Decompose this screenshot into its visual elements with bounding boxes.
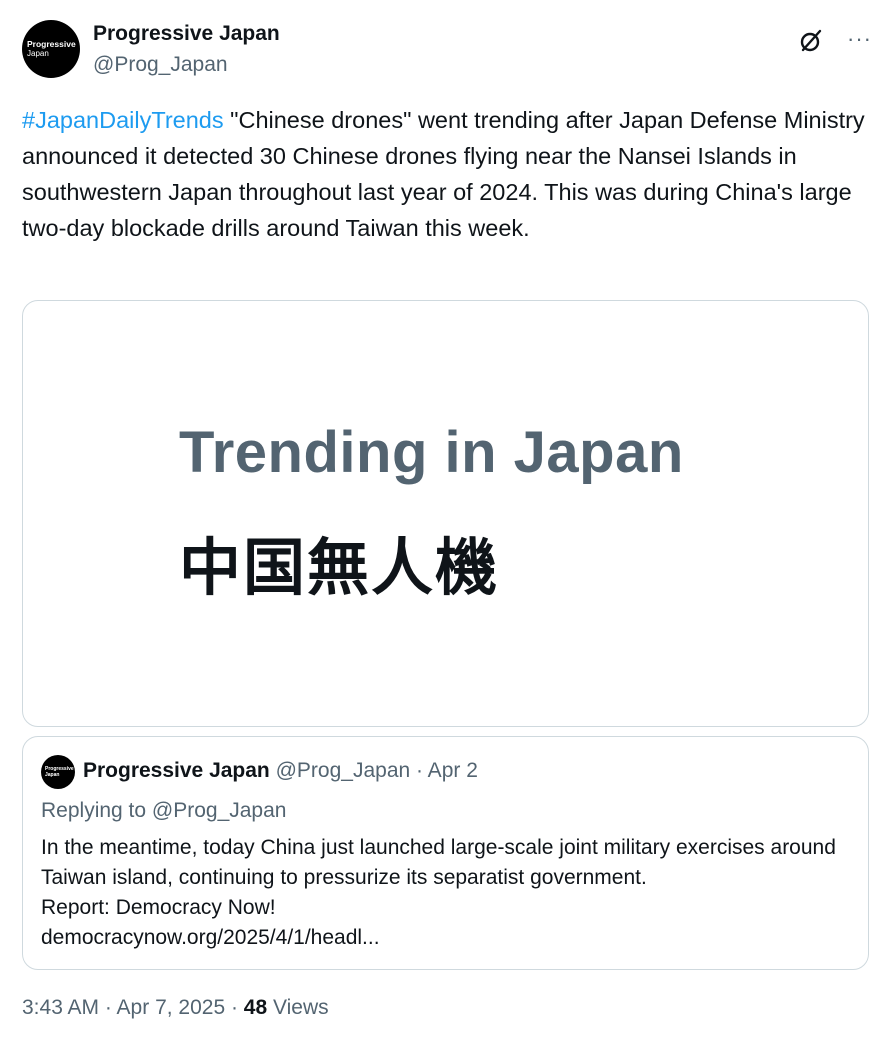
author-display-name[interactable]: Progressive Japan xyxy=(93,22,280,46)
author-handle[interactable]: @Prog_Japan xyxy=(93,53,228,77)
quote-display-name: Progressive Japan xyxy=(83,759,270,782)
quote-avatar: Progressive Japan xyxy=(41,755,75,789)
quoted-tweet[interactable]: Progressive Japan Progressive Japan @Pro… xyxy=(22,736,869,970)
quote-avatar-text-line2: Japan xyxy=(45,772,60,778)
grok-icon[interactable] xyxy=(798,28,824,54)
avatar-text-line2: Japan xyxy=(27,49,49,58)
tweet-text: #JapanDailyTrends "Chinese drones" went … xyxy=(22,102,872,246)
views-count: 48 xyxy=(243,996,268,1019)
media-image[interactable]: Trending in Japan 中国無人機 xyxy=(22,300,869,727)
views-label: Views xyxy=(267,996,329,1019)
timestamp[interactable]: 3:43 AM · Apr 7, 2025 · xyxy=(22,996,244,1019)
tweet-header: Progressive Japan Progressive Japan @Pro… xyxy=(22,20,872,80)
author-avatar[interactable]: Progressive Japan xyxy=(22,20,80,78)
quote-replying-to: Replying to @Prog_Japan xyxy=(41,799,287,822)
quote-header: Progressive Japan @Prog_Japan · Apr 2 xyxy=(83,759,478,783)
avatar-text-line1: Progressive xyxy=(27,39,76,49)
media-title: Trending in Japan xyxy=(179,420,684,485)
hashtag-link[interactable]: #JapanDailyTrends xyxy=(22,107,224,133)
media-subtitle: 中国無人機 xyxy=(179,534,500,603)
quote-meta: @Prog_Japan · Apr 2 xyxy=(275,759,478,782)
quote-body: In the meantime, today China just launch… xyxy=(41,836,836,949)
more-icon[interactable]: ··· xyxy=(847,26,872,52)
tweet-footer: 3:43 AM · Apr 7, 2025 · 48 Views xyxy=(22,996,329,1020)
